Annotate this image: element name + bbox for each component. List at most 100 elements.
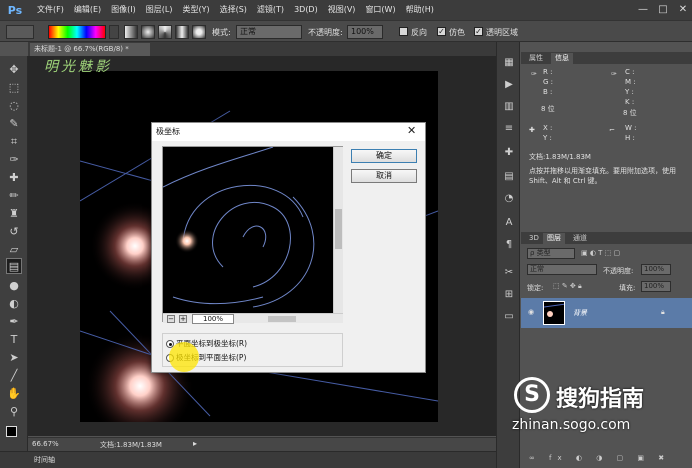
diamond-gradient-button[interactable] [192, 25, 206, 39]
styles-icon[interactable]: ▤ [502, 170, 516, 184]
healing-brush-tool-icon[interactable]: ✚ [6, 170, 22, 186]
info-y-coord: Y : [543, 134, 552, 142]
paragraph-icon[interactable]: ¶ [502, 238, 516, 252]
mode-select[interactable]: 正常 [236, 25, 302, 39]
eyedropper-cmyk-icon: ✑ [611, 70, 617, 78]
brush-tool-icon[interactable]: ✏ [6, 188, 22, 204]
paths-icon[interactable]: ◔ [502, 192, 516, 206]
hand-tool-icon[interactable]: ✋ [6, 386, 22, 402]
move-tool-icon[interactable]: ✥ [6, 62, 22, 78]
menu-layer[interactable]: 图层(L) [141, 0, 178, 20]
horizontal-scroll-thumb[interactable] [268, 316, 296, 322]
preview-zoom-field[interactable]: 100% [192, 314, 234, 324]
menu-help[interactable]: 帮助(H) [401, 0, 439, 20]
dither-label: 仿色 [449, 28, 465, 37]
history-brush-tool-icon[interactable]: ↺ [6, 224, 22, 240]
actions-play-icon[interactable]: ▶ [502, 78, 516, 92]
info-y: Y : [625, 88, 634, 96]
clone-source-icon[interactable]: ⊞ [502, 288, 516, 302]
document-tab[interactable]: 未标题-1 @ 66.7%(RGB/8) * [30, 43, 150, 56]
tools-panel: ✥ ⬚ ◌ ✎ ⌗ ✑ ✚ ✏ ♜ ↺ ▱ ▤ ● ◐ ✒ T ➤ ╱ ✋ ⚲ [0, 56, 28, 468]
lasso-tool-icon[interactable]: ◌ [6, 98, 22, 114]
status-menu-arrow-icon[interactable]: ▸ [193, 439, 197, 448]
blend-mode-select[interactable]: 正常 [527, 264, 597, 275]
options-bar: 模式: 正常 不透明度: 100% 反向 ✓ 仿色 ✓ 透明区域 [0, 20, 692, 42]
maximize-button[interactable]: □ [654, 3, 672, 17]
layer-filter-icons[interactable]: ▣ ◐ T ⬚ ▢ [581, 249, 620, 257]
lock-label: 锁定: [527, 284, 544, 292]
tool-presets-icon[interactable]: ✂ [502, 266, 516, 280]
eyedropper-tool-icon[interactable]: ✑ [6, 152, 22, 168]
brush-presets-icon[interactable]: ✚ [502, 146, 516, 160]
gradient-picker-arrow[interactable] [109, 25, 119, 39]
tab-properties[interactable]: 属性 [525, 53, 547, 64]
cursor-highlight [169, 342, 199, 372]
line-tool-icon[interactable]: ╱ [6, 368, 22, 384]
quick-select-tool-icon[interactable]: ✎ [6, 116, 22, 132]
eraser-tool-icon[interactable]: ▱ [6, 242, 22, 258]
doc-size: 文档:1.83M/1.83M [100, 441, 162, 449]
layers-opacity-input[interactable]: 100% [641, 264, 671, 275]
menu-window[interactable]: 窗口(W) [360, 0, 400, 20]
transparency-checkbox[interactable]: ✓ [474, 27, 483, 36]
close-window-button[interactable]: ✕ [674, 3, 692, 17]
stamp-tool-icon[interactable]: ♜ [6, 206, 22, 222]
layer-name[interactable]: 背景 [573, 308, 587, 318]
scroll-thumb[interactable] [335, 209, 342, 249]
menu-filter[interactable]: 滤镜(T) [252, 0, 289, 20]
history-icon[interactable]: ▦ [502, 56, 516, 70]
foreground-color-swatch[interactable] [6, 426, 17, 437]
path-selection-tool-icon[interactable]: ➤ [6, 350, 22, 366]
timeline-tab[interactable]: 时间轴 [34, 455, 55, 465]
zoom-out-button[interactable]: − [167, 315, 175, 323]
menu-type[interactable]: 类型(Y) [177, 0, 214, 20]
layer-row-background[interactable]: ◉ 背景 🔒︎ [521, 298, 692, 328]
reflected-gradient-button[interactable] [175, 25, 189, 39]
visibility-eye-icon[interactable]: ◉ [528, 308, 534, 316]
marquee-tool-icon[interactable]: ⬚ [6, 80, 22, 96]
menu-image[interactable]: 图像(I) [106, 0, 141, 20]
gradient-swatch[interactable] [48, 25, 106, 39]
tab-info[interactable]: 信息 [551, 53, 573, 64]
close-icon[interactable]: ✕ [407, 125, 419, 137]
zoom-in-button[interactable]: + [179, 315, 187, 323]
layer-action-icons[interactable]: ∞ fx ◐ ◑ ▢ ▣ ✖ [529, 454, 670, 462]
tab-layers[interactable]: 图层 [543, 233, 565, 244]
swatches-icon[interactable]: ▥ [502, 100, 516, 114]
opacity-input[interactable]: 100% [347, 25, 383, 39]
cancel-button[interactable]: 取消 [351, 169, 417, 183]
tab-3d[interactable]: 3D [525, 233, 543, 244]
menu-edit[interactable]: 编辑(E) [69, 0, 106, 20]
dodge-tool-icon[interactable]: ◐ [6, 296, 22, 312]
info-icon[interactable]: ▭ [502, 310, 516, 324]
preview-vertical-scrollbar[interactable] [333, 147, 343, 313]
menu-select[interactable]: 选择(S) [215, 0, 252, 20]
linear-gradient-button[interactable] [124, 25, 138, 39]
pen-tool-icon[interactable]: ✒ [6, 314, 22, 330]
tab-channels[interactable]: 通道 [569, 233, 591, 244]
menu-view[interactable]: 视图(V) [323, 0, 361, 20]
ok-button[interactable]: 确定 [351, 149, 417, 163]
menu-3d[interactable]: 3D(D) [289, 0, 323, 20]
preview-image[interactable] [163, 147, 333, 313]
zoom-level[interactable]: 66.67% [32, 440, 59, 448]
adjustments-icon[interactable]: ≡ [502, 122, 516, 136]
lock-icons[interactable]: ⬚ ✎ ✥ 🔒︎ [553, 282, 582, 291]
dither-checkbox[interactable]: ✓ [437, 27, 446, 36]
character-icon[interactable]: A [502, 216, 516, 230]
reverse-checkbox[interactable] [399, 27, 408, 36]
fill-input[interactable]: 100% [641, 281, 671, 292]
menu-file[interactable]: 文件(F) [32, 0, 69, 20]
radial-gradient-button[interactable] [141, 25, 155, 39]
crop-tool-icon[interactable]: ⌗ [6, 134, 22, 150]
layer-kind-filter[interactable]: ρ 类型 [527, 248, 575, 259]
type-tool-icon[interactable]: T [6, 332, 22, 348]
blur-tool-icon[interactable]: ● [6, 278, 22, 294]
zoom-tool-icon[interactable]: ⚲ [6, 404, 22, 420]
tool-preset-picker[interactable] [6, 25, 34, 39]
selection-size-icon: ⌐ [609, 126, 615, 134]
gradient-tool-icon[interactable]: ▤ [6, 258, 22, 274]
layers-opacity-label: 不透明度: [603, 267, 634, 275]
minimize-button[interactable]: — [634, 3, 652, 17]
angle-gradient-button[interactable] [158, 25, 172, 39]
